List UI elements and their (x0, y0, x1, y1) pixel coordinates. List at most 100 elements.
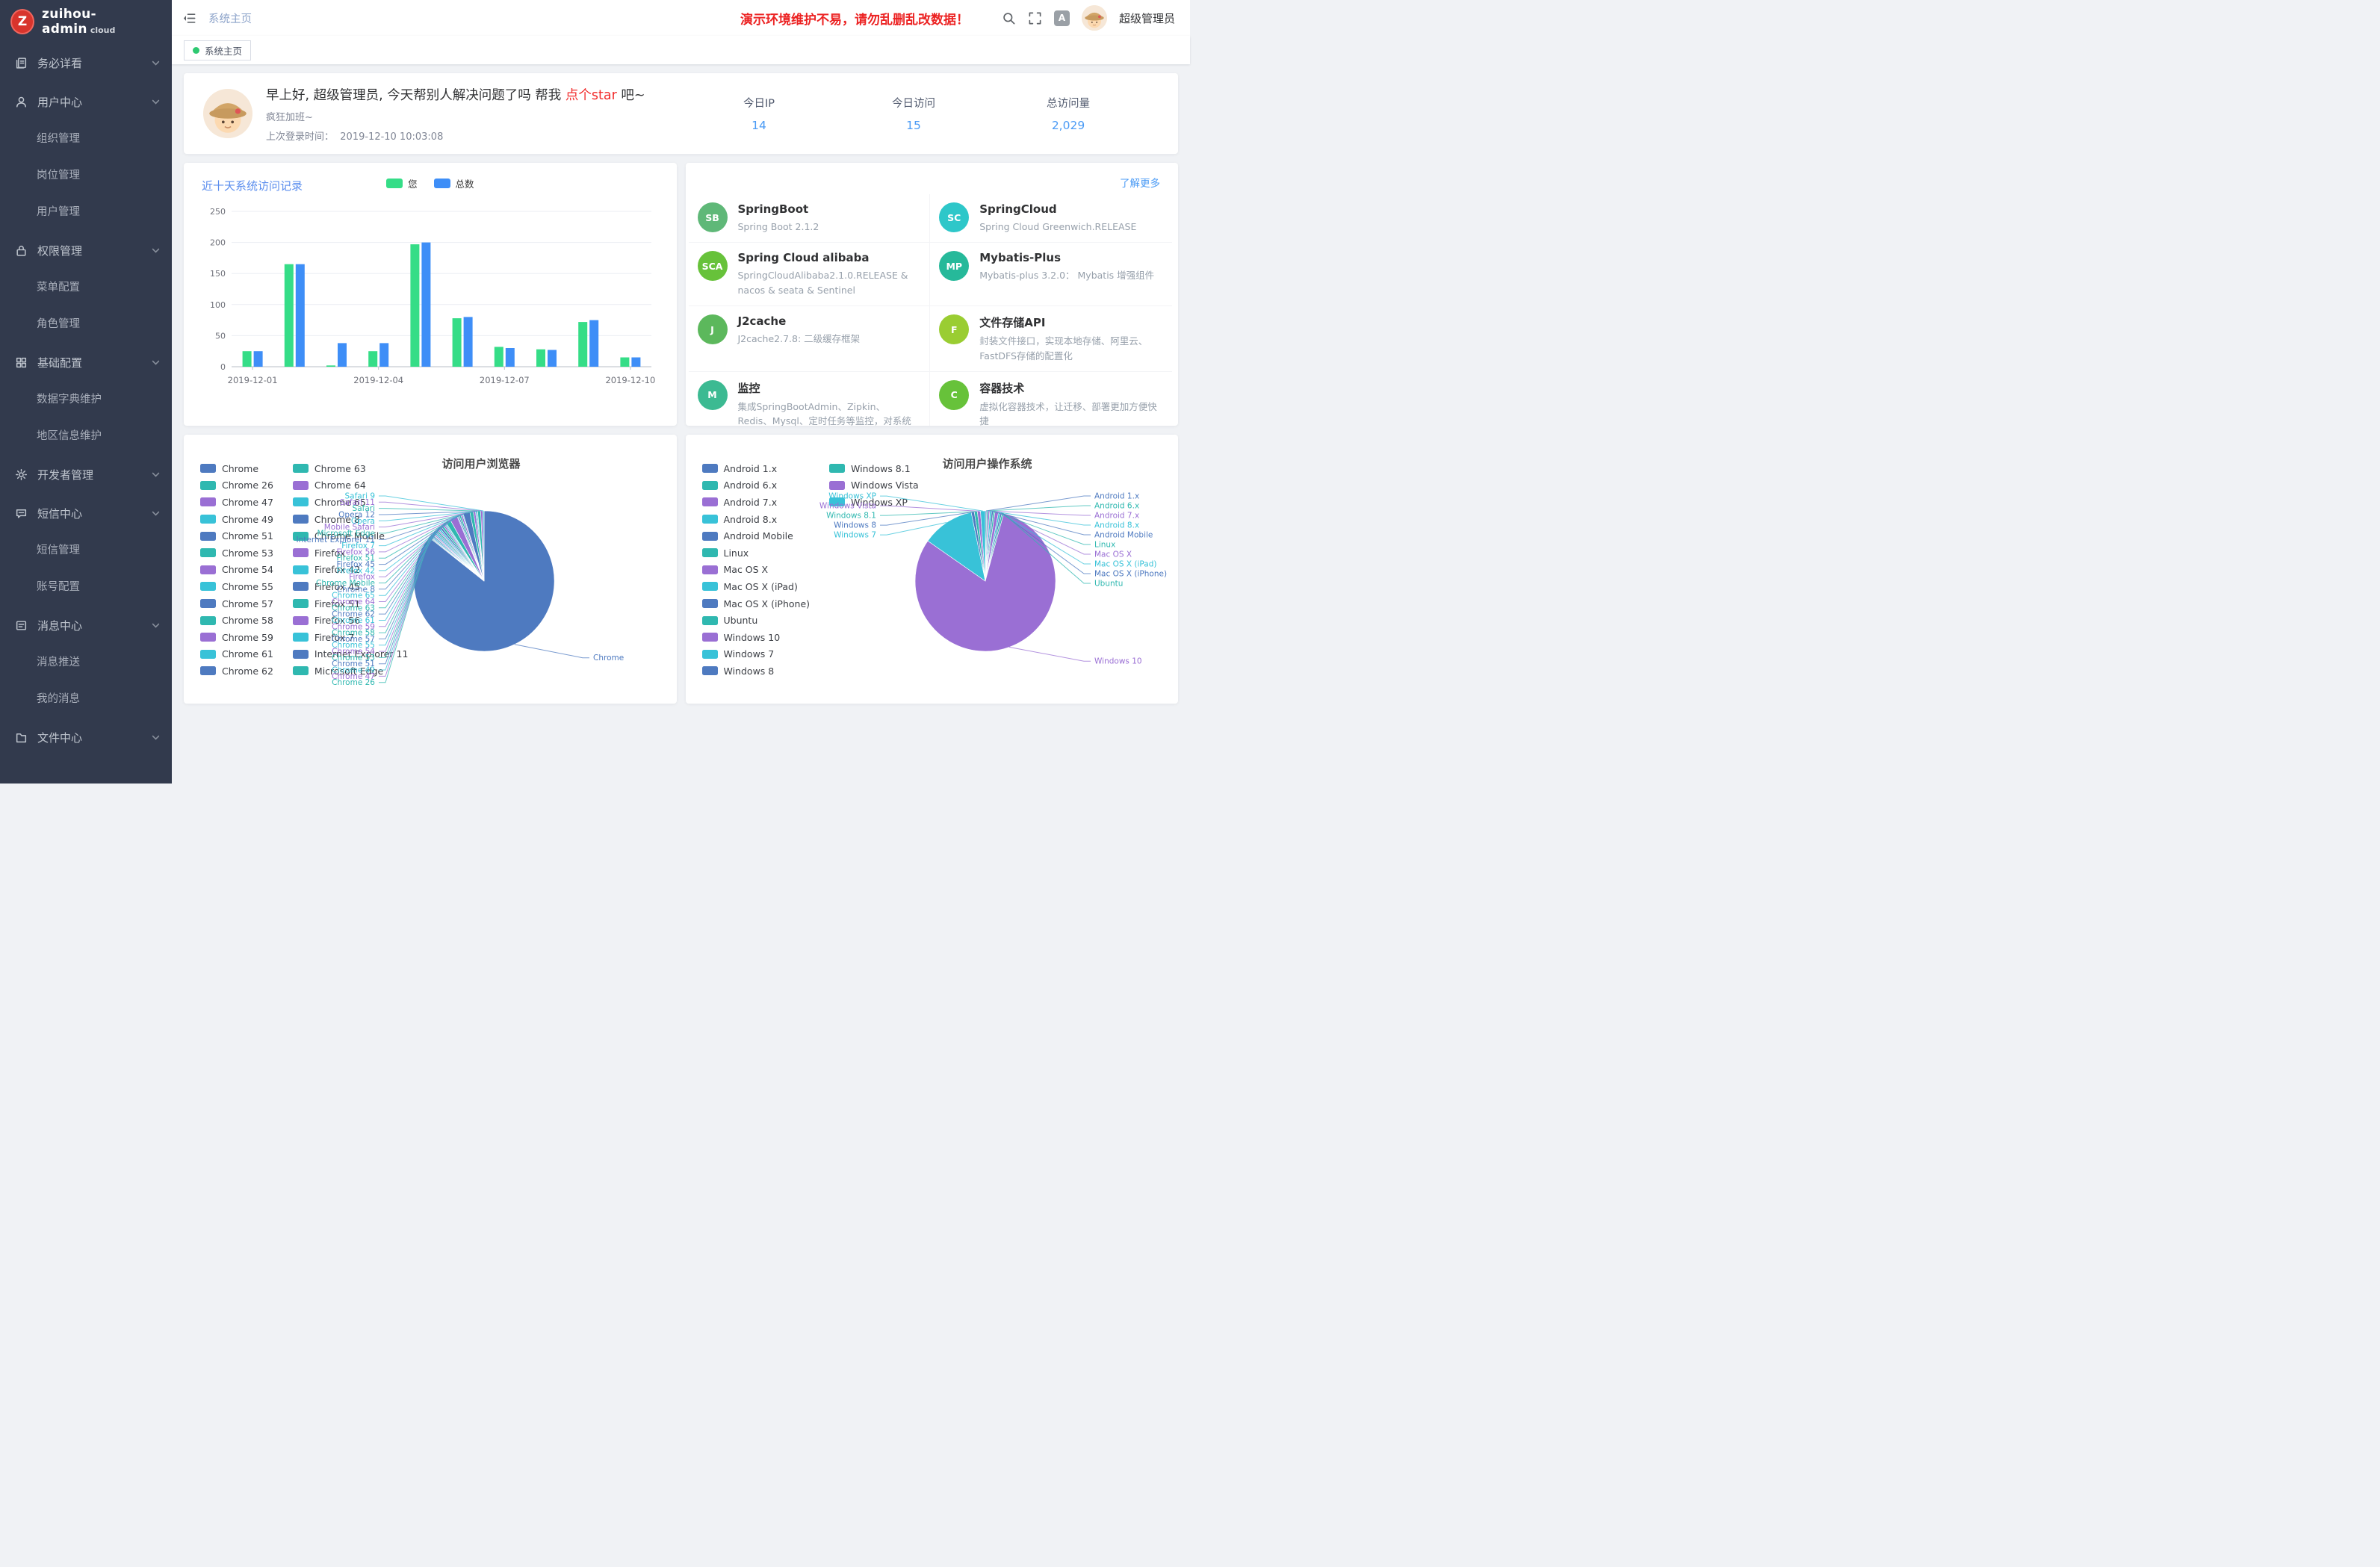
legend-item[interactable]: Mac OS X (702, 562, 811, 579)
legend-item[interactable]: Chrome 8 (293, 511, 409, 528)
sidebar-subitem-6-1[interactable]: 我的消息 (0, 681, 172, 718)
sidebar-item-0[interactable]: 务必详看 (0, 43, 172, 82)
sidebar-subitem-5-0[interactable]: 短信管理 (0, 533, 172, 569)
legend-swatch (200, 616, 216, 625)
visits-bar-chart[interactable]: 0501001502002502019-12-012019-12-042019-… (202, 201, 659, 389)
legend-item[interactable]: 您 (386, 176, 418, 190)
feature-item-2[interactable]: SCASpring Cloud alibabaSpringCloudAlibab… (689, 243, 931, 306)
sidebar-subitem-6-0[interactable]: 消息推送 (0, 645, 172, 681)
legend-item[interactable]: Chrome 59 (200, 629, 273, 646)
legend-label: Firefox 51 (314, 598, 360, 609)
feature-item-0[interactable]: SBSpringBootSpring Boot 2.1.2 (689, 194, 931, 243)
legend-swatch (293, 532, 309, 541)
legend-item[interactable]: Android 8.x (702, 511, 811, 528)
sidebar-subitem-5-1[interactable]: 账号配置 (0, 569, 172, 606)
legend-item[interactable]: Chrome 26 (200, 477, 273, 494)
sidebar-item-1[interactable]: 用户中心 (0, 82, 172, 121)
sidebar-subitem-1-0[interactable]: 组织管理 (0, 121, 172, 158)
legend-item[interactable]: Chrome 62 (200, 663, 273, 680)
row-pies: 访问用户浏览器 ChromeChrome 26Chrome 47Chrome 4… (184, 435, 1178, 704)
search-icon[interactable] (1002, 11, 1016, 25)
sidebar-subitem-1-1[interactable]: 岗位管理 (0, 158, 172, 194)
legend-item[interactable]: Windows 8 (702, 663, 811, 680)
legend-item[interactable]: Firefox 45 (293, 578, 409, 595)
legend-item[interactable]: Chrome Mobile (293, 527, 409, 544)
legend-item[interactable]: Chrome 51 (200, 527, 273, 544)
sidebar-item-7[interactable]: 文件中心 (0, 718, 172, 757)
font-size-icon[interactable]: A (1054, 10, 1070, 26)
legend-item[interactable]: Linux (702, 544, 811, 562)
legend-label: Windows Vista (851, 480, 919, 491)
legend-item[interactable]: Chrome 57 (200, 595, 273, 612)
feature-item-6[interactable]: M监控集成SpringBootAdmin、Zipkin、Redis、Mysql、… (689, 372, 931, 426)
legend-swatch (293, 464, 309, 473)
legend-item[interactable]: Ubuntu (702, 612, 811, 629)
hamburger-icon[interactable] (182, 11, 196, 25)
legend-item[interactable]: Firefox 51 (293, 595, 409, 612)
sidebar-subitem-1-2[interactable]: 用户管理 (0, 194, 172, 231)
legend-item[interactable]: Firefox 56 (293, 612, 409, 629)
sidebar-item-6[interactable]: 消息中心 (0, 606, 172, 645)
sidebar-subitem-3-1[interactable]: 地区信息维护 (0, 418, 172, 455)
sidebar-item-label: 权限管理 (37, 243, 142, 258)
legend-item[interactable]: 总数 (434, 176, 474, 190)
tab-home[interactable]: 系统主页 (184, 40, 251, 60)
fullscreen-icon[interactable] (1028, 11, 1042, 25)
legend-item[interactable]: Firefox 7 (293, 629, 409, 646)
legend-item[interactable]: Microsoft Edge (293, 663, 409, 680)
svg-text:Android 6.x: Android 6.x (1094, 502, 1139, 511)
legend-item[interactable]: Chrome 58 (200, 612, 273, 629)
legend-item[interactable]: Android 7.x (702, 494, 811, 511)
feature-item-7[interactable]: C容器技术虚拟化容器技术，让迁移、部署更加方便快捷 (930, 372, 1172, 426)
legend-item[interactable]: Chrome 47 (200, 494, 273, 511)
feature-item-5[interactable]: F文件存储API封装文件接口，实现本地存储、阿里云、FastDFS存储的配置化 (930, 306, 1172, 372)
legend-item[interactable]: Android Mobile (702, 527, 811, 544)
feature-item-1[interactable]: SCSpringCloudSpring Cloud Greenwich.RELE… (930, 194, 1172, 243)
legend-item[interactable]: Firefox (293, 544, 409, 562)
stat-value[interactable]: 15 (843, 119, 985, 132)
legend-item[interactable]: Chrome 61 (200, 646, 273, 663)
sidebar-subitem-2-0[interactable]: 菜单配置 (0, 270, 172, 306)
greeting-card: 早上好, 超级管理员, 今天帮别人解决问题了吗 帮我 点个star 吧~ 疯狂加… (184, 73, 1178, 154)
legend-item[interactable]: Firefox 42 (293, 562, 409, 579)
legend-item[interactable]: Internet Explorer 11 (293, 646, 409, 663)
legend-swatch (702, 532, 718, 541)
breadcrumb[interactable]: 系统主页 (208, 10, 252, 26)
feature-item-3[interactable]: MPMybatis-PlusMybatis-plus 3.2.0： Mybati… (930, 243, 1172, 306)
legend-item[interactable]: Chrome 63 (293, 460, 409, 477)
legend-item[interactable]: Mac OS X (iPad) (702, 578, 811, 595)
greeting-subtitle: 疯狂加班~ (266, 109, 645, 123)
sidebar-item-2[interactable]: 权限管理 (0, 231, 172, 270)
legend-item[interactable]: Chrome 54 (200, 562, 273, 579)
legend-item[interactable]: Android 6.x (702, 477, 811, 494)
user-name[interactable]: 超级管理员 (1119, 10, 1175, 26)
legend-item[interactable]: Mac OS X (iPhone) (702, 595, 811, 612)
feature-badge: SC (939, 202, 969, 232)
user-avatar[interactable] (1082, 5, 1107, 31)
legend-item[interactable]: Android 1.x (702, 460, 811, 477)
learn-more-link[interactable]: 了解更多 (1120, 175, 1160, 190)
legend-item[interactable]: Chrome 49 (200, 511, 273, 528)
feature-item-4[interactable]: JJ2cacheJ2cache2.7.8: 二级缓存框架 (689, 306, 931, 372)
sidebar-subitem-2-1[interactable]: 角色管理 (0, 306, 172, 343)
sidebar-item-5[interactable]: 短信中心 (0, 494, 172, 533)
logo[interactable]: Z zuihou-admincloud (0, 0, 172, 43)
legend-item[interactable]: Chrome (200, 460, 273, 477)
legend-item[interactable]: Windows 8.1 (829, 460, 919, 477)
feature-desc: Spring Boot 2.1.2 (738, 220, 819, 234)
legend-item[interactable]: Chrome 53 (200, 544, 273, 562)
legend-item[interactable]: Chrome 64 (293, 477, 409, 494)
legend-item[interactable]: Windows XP (829, 494, 919, 511)
star-link[interactable]: 点个star (565, 88, 617, 103)
legend-swatch (702, 497, 718, 506)
stat-value[interactable]: 14 (688, 119, 830, 132)
legend-item[interactable]: Windows 10 (702, 629, 811, 646)
sidebar-subitem-3-0[interactable]: 数据字典维护 (0, 382, 172, 418)
sidebar-item-4[interactable]: 开发者管理 (0, 455, 172, 494)
sidebar-item-3[interactable]: 基础配置 (0, 343, 172, 382)
legend-item[interactable]: Windows 7 (702, 646, 811, 663)
legend-item[interactable]: Chrome 65 (293, 494, 409, 511)
legend-item[interactable]: Windows Vista (829, 477, 919, 494)
stat-value[interactable]: 2,029 (997, 119, 1139, 132)
legend-item[interactable]: Chrome 55 (200, 578, 273, 595)
